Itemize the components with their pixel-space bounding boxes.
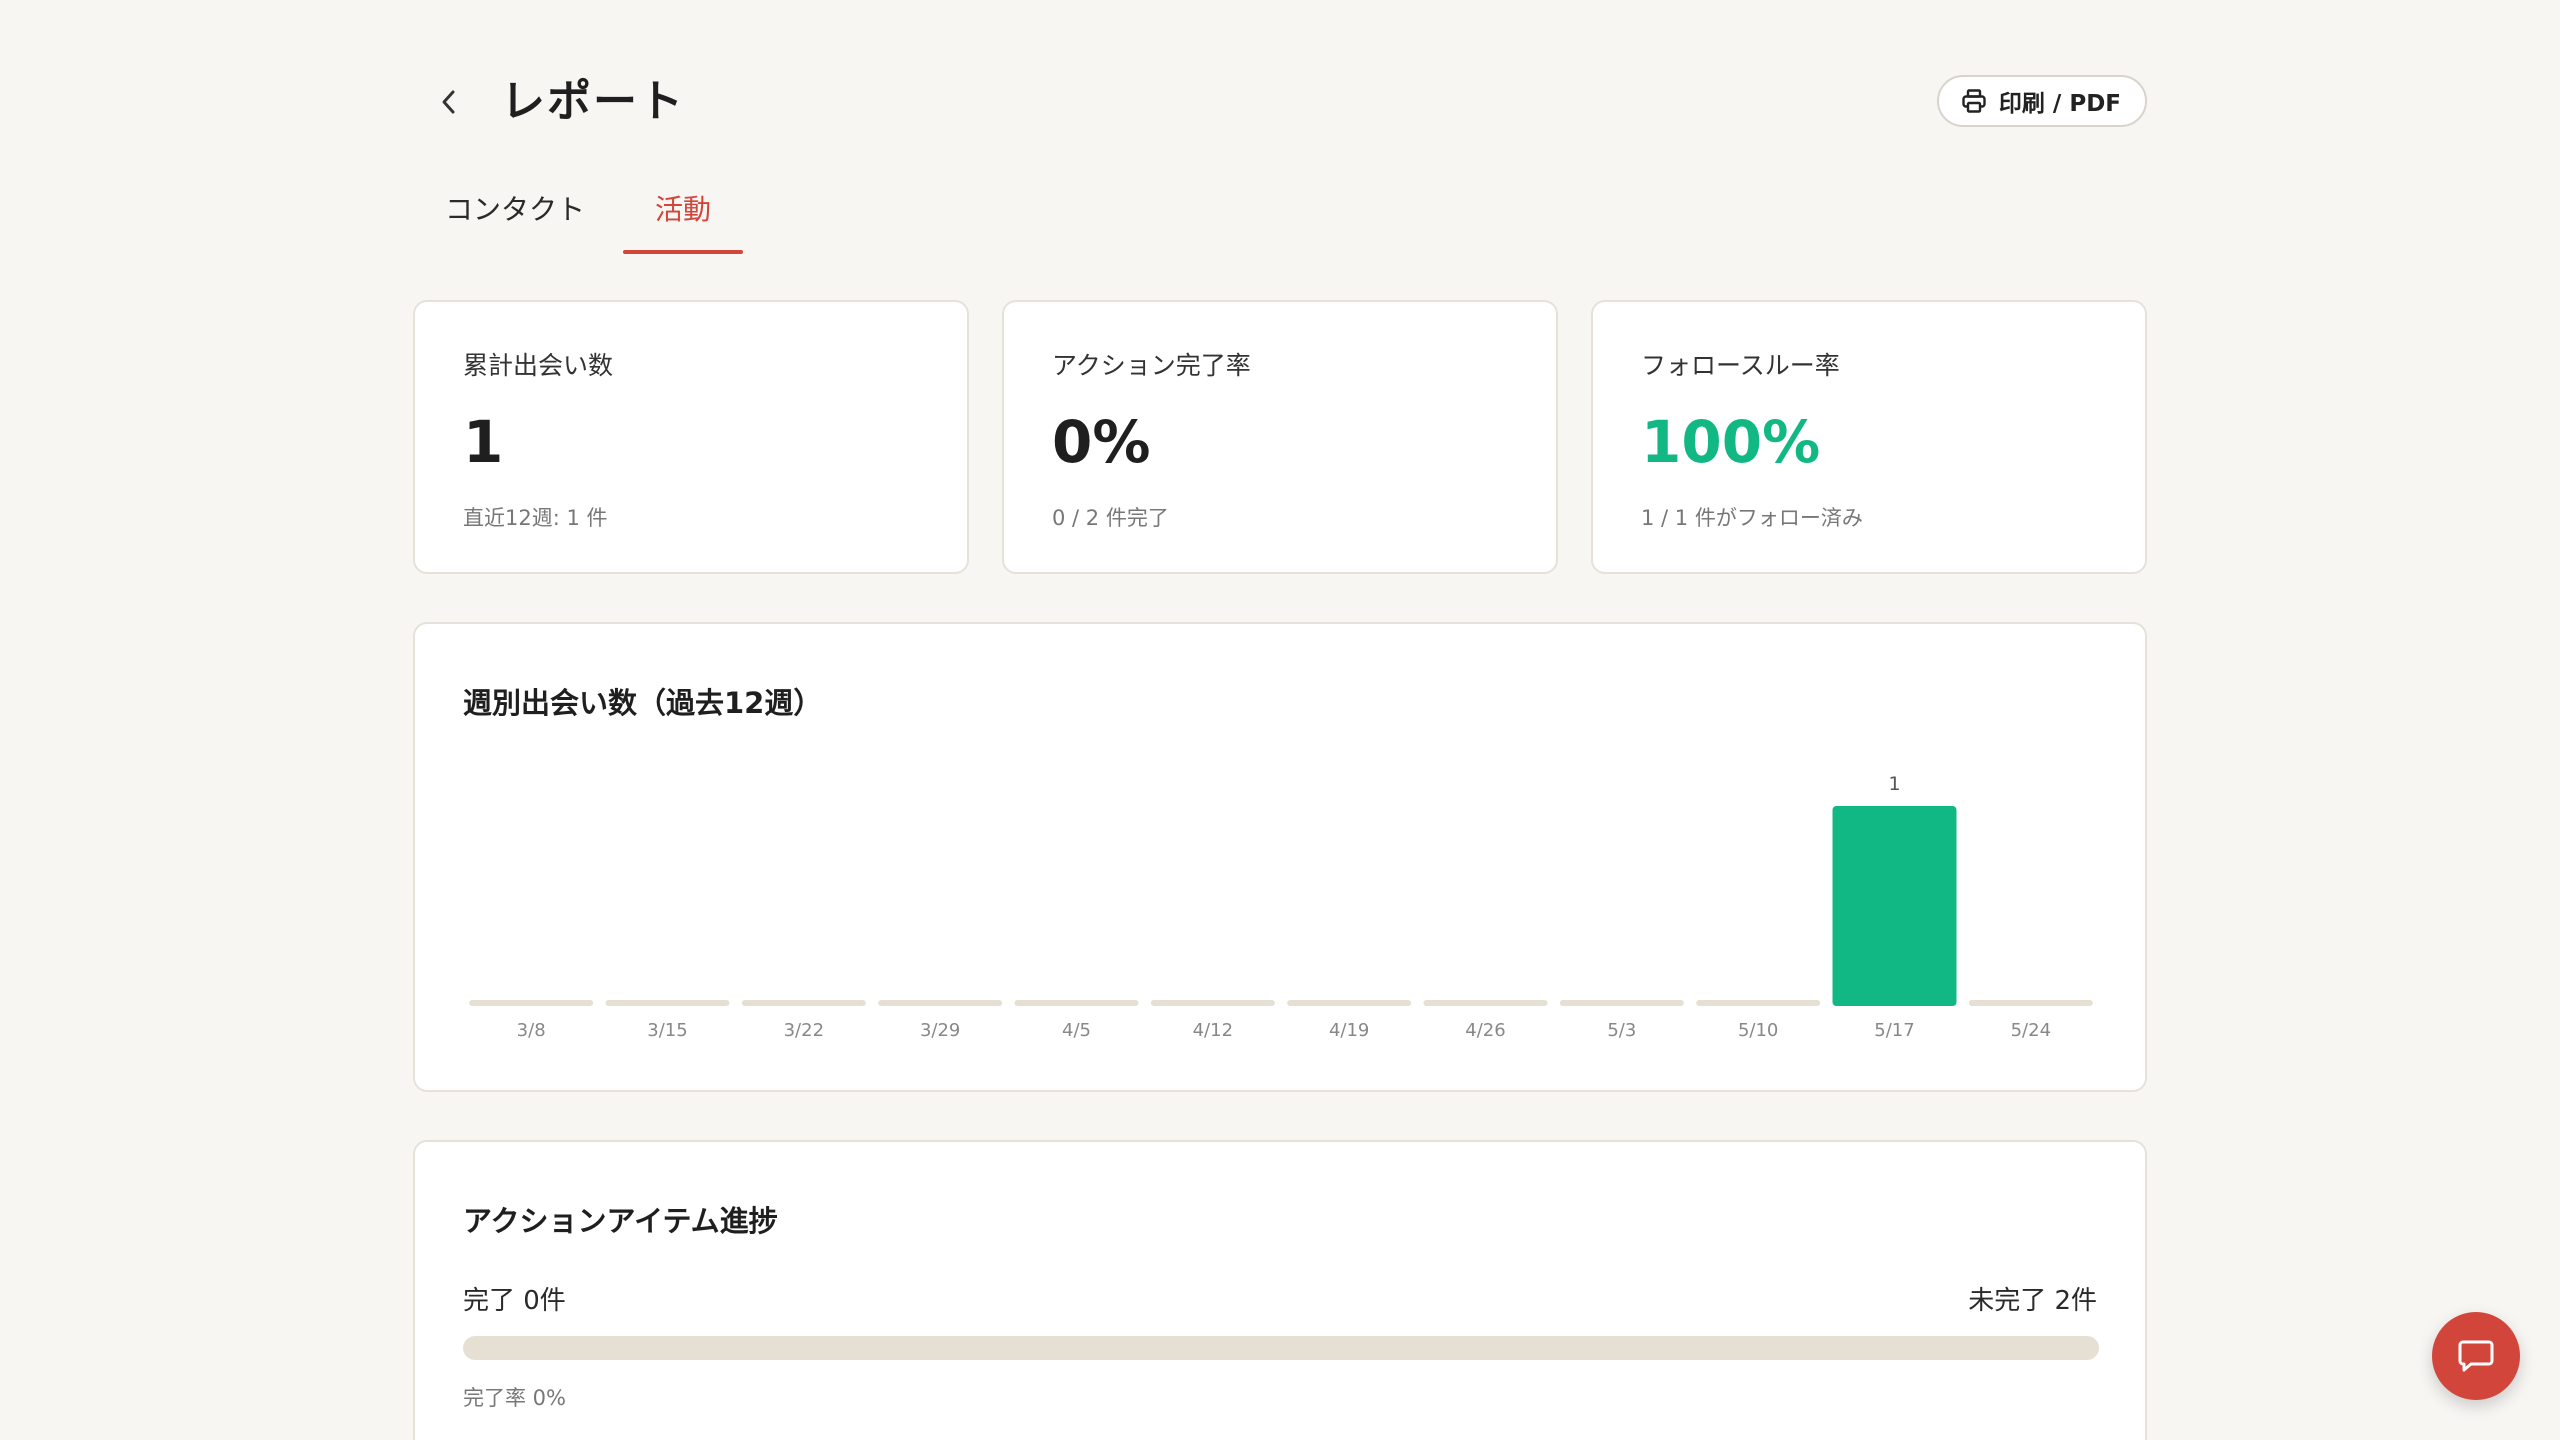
bar-baseline (1696, 1000, 1821, 1006)
chevron-left-icon (442, 90, 455, 114)
bar-baseline (1150, 1000, 1275, 1006)
print-pdf-button[interactable]: 印刷 / PDF (1936, 75, 2147, 127)
progress-bar (463, 1336, 2099, 1360)
stat-label: フォロースルー率 (1641, 351, 1840, 380)
bar-baseline (1423, 1000, 1548, 1006)
x-tick-label: 5/3 (1607, 1020, 1636, 1041)
stat-sub: 直近12週: 1 件 (463, 506, 608, 530)
x-tick-label: 4/19 (1329, 1020, 1369, 1041)
action-progress-card: アクションアイテム進捗 完了 0件 未完了 2件 完了率 0% (413, 1140, 2147, 1440)
stat-value: 100% (1641, 408, 1821, 476)
weekly-bar-chart: 3/8 3/15 3/22 3/29 4/5 4/12 4/19 4/26 5/3 5/10 1 5/… (469, 773, 2093, 1041)
bar-baseline (1014, 1000, 1139, 1006)
progress-title: アクションアイテム進捗 (463, 1204, 778, 1238)
tab-activity[interactable]: 活動 (623, 180, 743, 254)
x-tick-label: 3/22 (784, 1020, 824, 1041)
bar-baseline (741, 1000, 866, 1006)
bar-baseline (878, 1000, 1003, 1006)
chat-button[interactable] (2432, 1312, 2520, 1400)
stat-label: 累計出会い数 (463, 351, 614, 380)
stat-sub: 0 / 2 件完了 (1052, 506, 1169, 530)
weekly-encounters-card: 週別出会い数（過去12週） 3/8 3/15 3/22 3/29 4/5 4/12 4/19… (413, 622, 2147, 1092)
stat-sub: 1 / 1 件がフォロー済み (1641, 506, 1863, 530)
stat-card-follow-through: フォロースルー率 100% 1 / 1 件がフォロー済み (1591, 300, 2147, 574)
page-header: レポート 印刷 / PDF (413, 70, 2147, 134)
stat-card-total-encounters: 累計出会い数 1 直近12週: 1 件 (413, 300, 969, 574)
stat-label: アクション完了率 (1052, 351, 1251, 380)
x-tick-label: 3/15 (647, 1020, 687, 1041)
stat-value: 0% (1052, 408, 1151, 476)
bar-baseline (1287, 1000, 1412, 1006)
back-button[interactable] (431, 84, 467, 120)
bar (1832, 806, 1957, 1006)
tab-contact[interactable]: コンタクト (445, 180, 585, 254)
x-tick-label: 3/29 (920, 1020, 960, 1041)
print-pdf-label: 印刷 / PDF (1998, 91, 2121, 117)
x-tick-label: 3/8 (517, 1020, 546, 1041)
bar-baseline (605, 1000, 730, 1006)
data-label: 1 (1888, 773, 1900, 795)
x-tick-label: 4/12 (1193, 1020, 1233, 1041)
x-tick-label: 4/26 (1465, 1020, 1505, 1041)
completed-count: 完了 0件 (463, 1286, 566, 1316)
bar-baseline (1559, 1000, 1684, 1006)
stat-card-action-completion: アクション完了率 0% 0 / 2 件完了 (1002, 300, 1558, 574)
x-tick-label: 5/24 (2011, 1020, 2051, 1041)
x-tick-label: 4/5 (1062, 1020, 1091, 1041)
stat-value: 1 (463, 408, 504, 476)
chat-bubble-icon (2458, 1340, 2494, 1372)
bar-baseline (469, 1000, 594, 1006)
printer-icon (1962, 89, 1986, 113)
x-tick-label: 5/17 (1874, 1020, 1914, 1041)
page-title: レポート (501, 76, 685, 127)
report-tabs: コンタクト 活動 (413, 180, 1213, 254)
bar-baseline (1968, 1000, 2093, 1006)
incomplete-count: 未完了 2件 (1968, 1286, 2097, 1316)
completion-rate: 完了率 0% (463, 1386, 566, 1410)
x-tick-label: 5/10 (1738, 1020, 1778, 1041)
